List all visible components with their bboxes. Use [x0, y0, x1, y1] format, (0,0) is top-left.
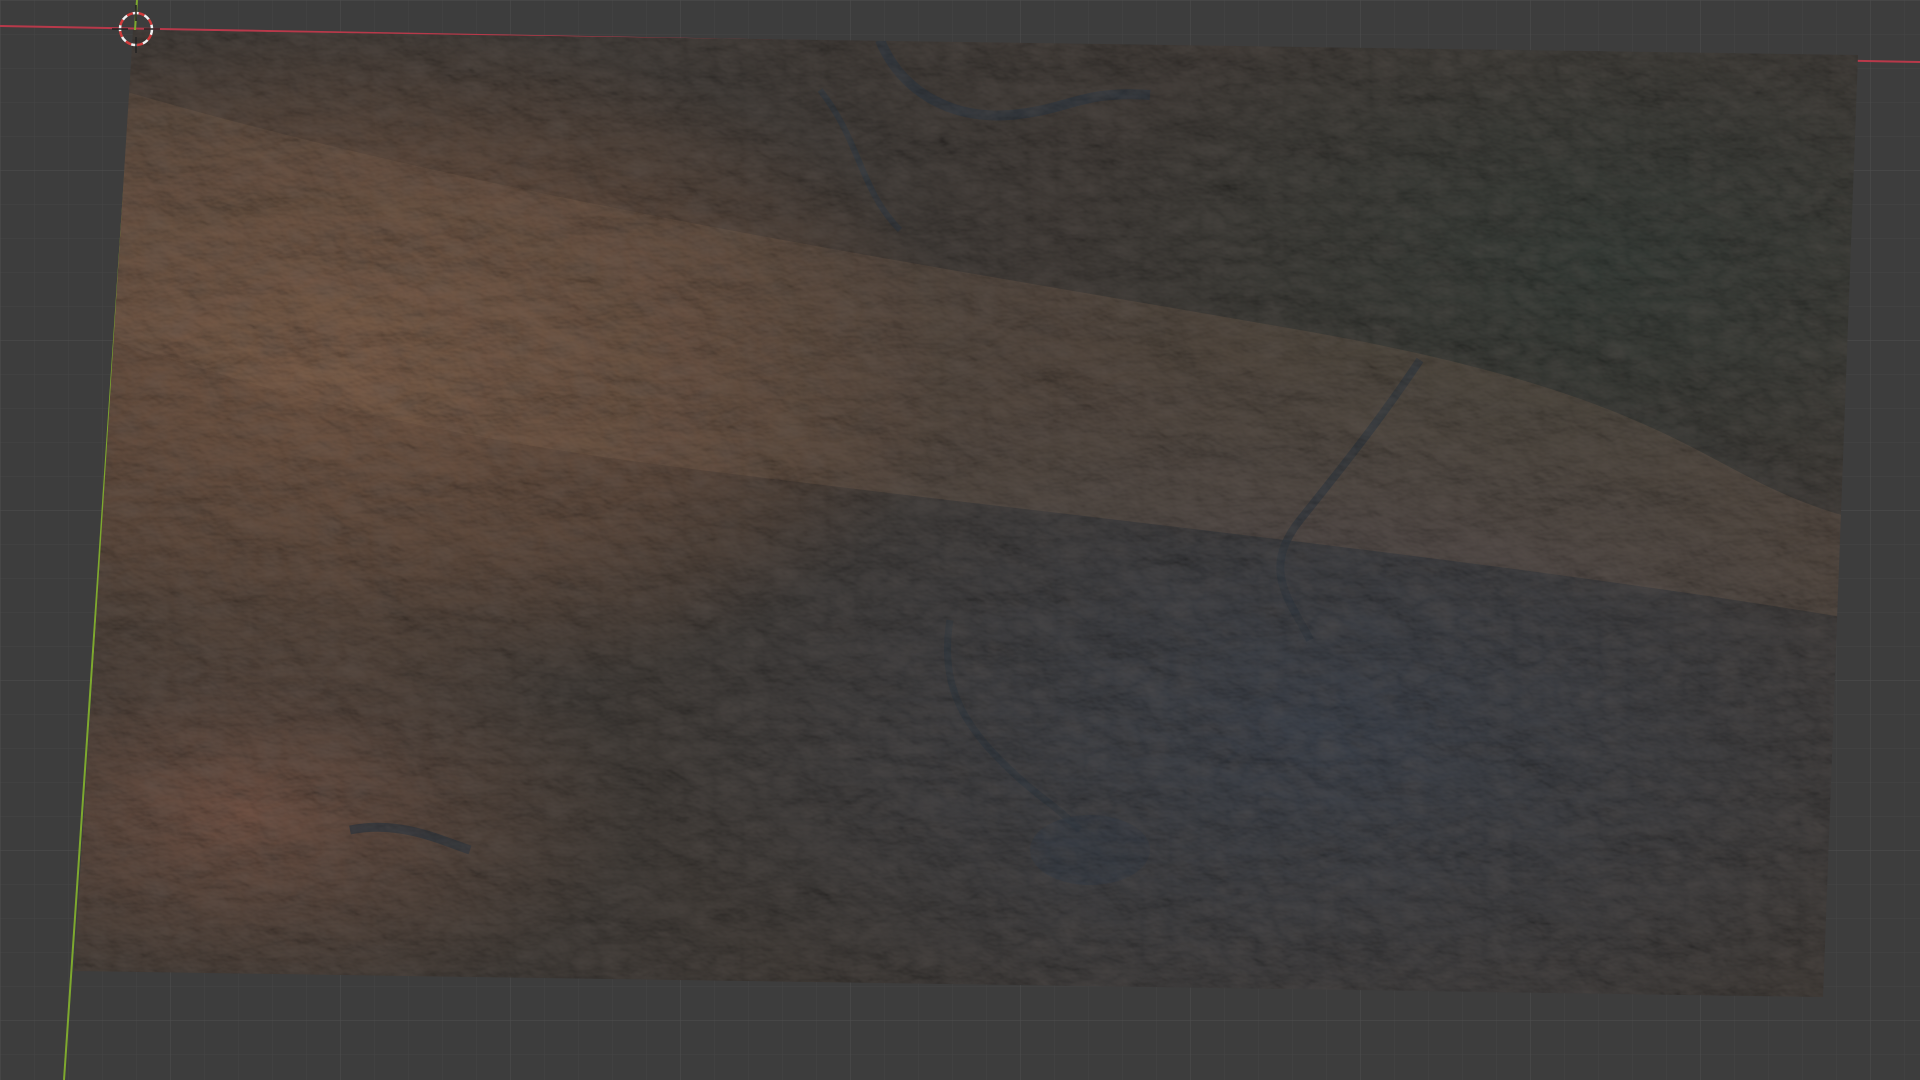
3d-viewport[interactable] — [0, 0, 1920, 1080]
viewport-canvas[interactable] — [0, 0, 1920, 1080]
terrain-plane[interactable] — [60, 20, 1870, 1010]
terrain-ridge-detail — [74, 30, 1858, 997]
